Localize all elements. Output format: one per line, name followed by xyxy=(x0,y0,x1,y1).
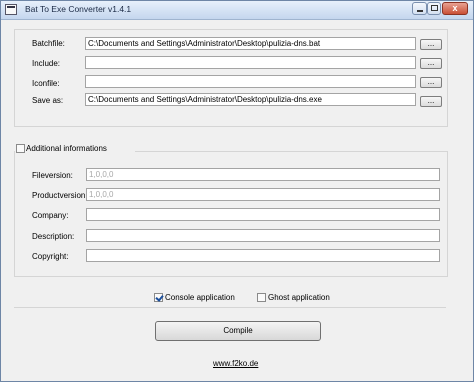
batchfile-input[interactable]: C:\Documents and Settings\Administrator\… xyxy=(85,37,416,50)
copyright-label: Copyright: xyxy=(32,252,69,261)
copyright-input[interactable] xyxy=(86,249,440,262)
app-icon[interactable] xyxy=(5,4,17,15)
batchfile-browse-button[interactable]: ... xyxy=(420,39,442,50)
iconfile-label: Iconfile: xyxy=(32,79,60,88)
options-separator xyxy=(14,307,446,308)
include-input[interactable] xyxy=(85,56,416,69)
description-input[interactable] xyxy=(86,229,440,242)
title-bar[interactable]: Bat To Exe Converter v1.4.1 x xyxy=(1,1,473,20)
company-label: Company: xyxy=(32,211,69,220)
additional-info-check-icon[interactable] xyxy=(16,144,25,153)
compile-button[interactable]: Compile xyxy=(155,321,321,341)
minimize-button[interactable] xyxy=(412,2,427,15)
saveas-input[interactable]: C:\Documents and Settings\Administrator\… xyxy=(85,93,416,106)
saveas-label: Save as: xyxy=(32,96,64,105)
ghost-app-label: Ghost application xyxy=(268,293,330,302)
iconfile-browse-button[interactable]: ... xyxy=(420,77,442,88)
console-app-check-icon[interactable] xyxy=(154,293,163,302)
additional-info-label: Additional informations xyxy=(26,144,107,153)
description-label: Description: xyxy=(32,232,75,241)
batchfile-label: Batchfile: xyxy=(32,39,65,48)
window-title: Bat To Exe Converter v1.4.1 xyxy=(25,4,132,14)
fileversion-label: Fileversion: xyxy=(32,171,73,180)
include-browse-button[interactable]: ... xyxy=(420,58,442,69)
console-app-checkbox[interactable]: Console application xyxy=(154,292,254,304)
saveas-browse-button[interactable]: ... xyxy=(420,96,442,107)
ghost-app-checkbox[interactable]: Ghost application xyxy=(257,292,357,304)
console-app-label: Console application xyxy=(165,293,235,302)
productversion-label: Productversion: xyxy=(32,191,88,200)
app-window: Bat To Exe Converter v1.4.1 x Batchfile:… xyxy=(0,0,474,382)
include-label: Include: xyxy=(32,59,61,68)
company-input[interactable] xyxy=(86,208,440,221)
ghost-app-check-icon[interactable] xyxy=(257,293,266,302)
close-button[interactable]: x xyxy=(442,2,468,15)
iconfile-input[interactable] xyxy=(85,75,416,88)
maximize-button[interactable] xyxy=(427,2,441,15)
fileversion-input[interactable]: 1,0,0,0 xyxy=(86,168,440,181)
productversion-input[interactable]: 1,0,0,0 xyxy=(86,188,440,201)
additional-info-checkbox[interactable]: Additional informations xyxy=(15,142,135,154)
close-icon: x xyxy=(452,3,458,13)
website-link[interactable]: www.f2ko.de xyxy=(213,359,258,368)
